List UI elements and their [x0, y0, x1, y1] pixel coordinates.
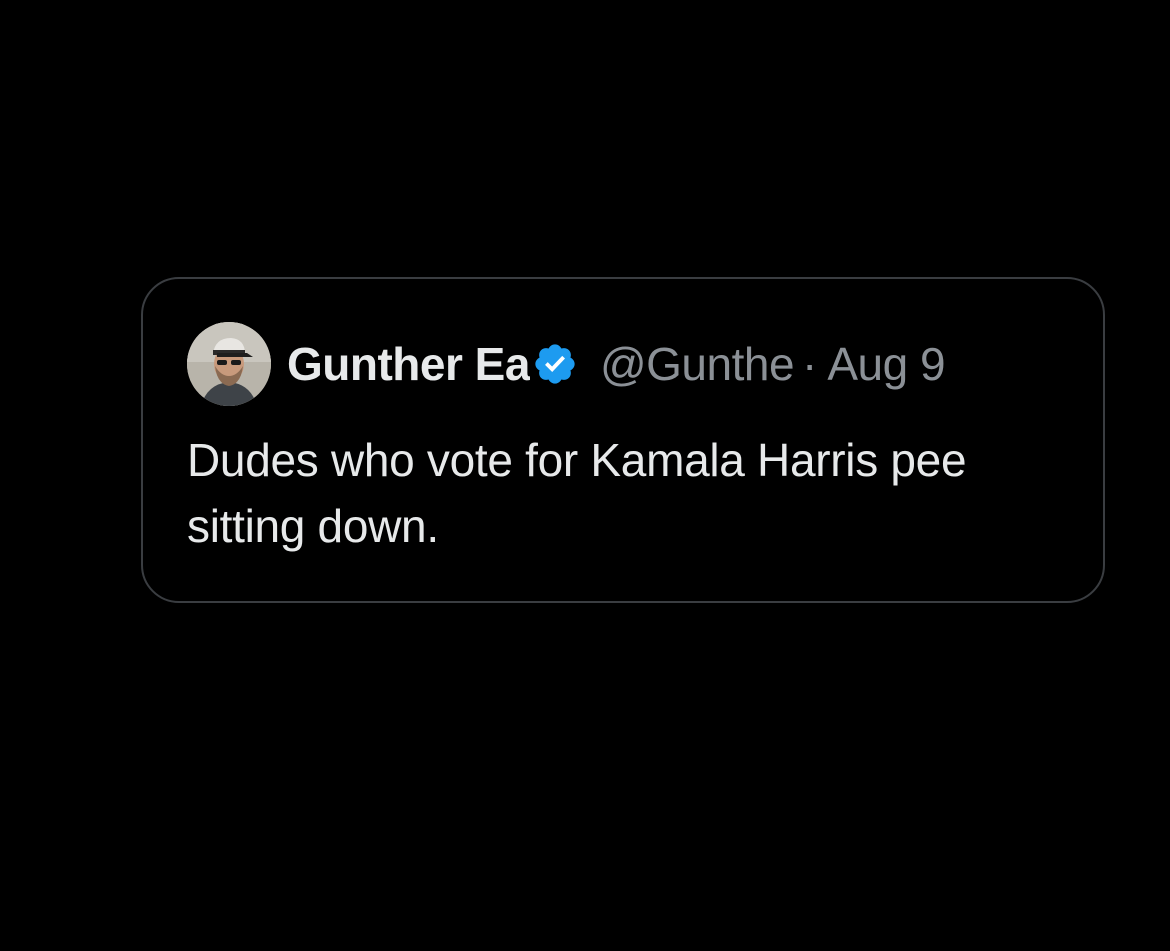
avatar[interactable]: [187, 322, 271, 406]
separator-dot: ·: [802, 338, 818, 390]
avatar-image: [187, 322, 271, 406]
author-display-name[interactable]: Gunther Ea: [287, 337, 530, 391]
verified-badge-icon: [532, 341, 578, 387]
tweet-header: Gunther Ea @Gunthe · Aug 9: [187, 321, 1067, 407]
quoted-tweet-card[interactable]: Gunther Ea @Gunthe · Aug 9 Dudes who vot…: [141, 277, 1105, 603]
tweet-text: Dudes who vote for Kamala Harris pee sit…: [187, 434, 967, 552]
tweet-date[interactable]: Aug 9: [827, 337, 945, 391]
author-handle[interactable]: @Gunthe: [600, 337, 794, 391]
